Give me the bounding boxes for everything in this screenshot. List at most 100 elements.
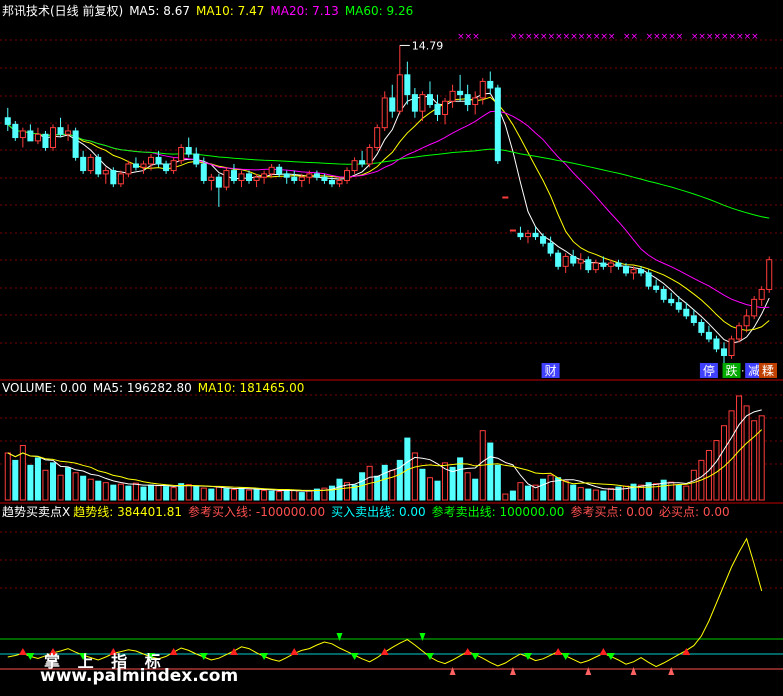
signal-x-marker: × [676, 32, 684, 42]
candle-body [117, 173, 124, 185]
signal-x-marker: × [698, 32, 706, 42]
candle-body [720, 348, 728, 356]
volume-bar [4, 452, 11, 501]
volume-bar [607, 488, 614, 501]
vol-ma10-value: MA10: 181465.00 [197, 381, 305, 395]
candle-body [268, 166, 275, 175]
volume-bar [125, 485, 132, 501]
candle-body [140, 163, 147, 168]
volume-bar [185, 484, 192, 501]
volume-bar [540, 478, 547, 501]
candle-body [449, 90, 456, 102]
moving-average-lines [7, 92, 770, 344]
candle-body [253, 176, 260, 181]
candle-body [713, 338, 720, 350]
volume-bar [57, 474, 64, 501]
candle-body [532, 232, 539, 238]
event-marker-2: 跌 [726, 363, 738, 378]
volume-bar [208, 488, 215, 501]
candle-body [540, 236, 547, 244]
candle-body [321, 176, 328, 181]
volume-bar [34, 457, 41, 501]
vol-ma5-value: MA5: 196282.80 [92, 381, 192, 395]
volume-bar [261, 490, 268, 501]
volume-bar [87, 478, 94, 501]
volume-value: VOLUME: 0.00 [2, 381, 87, 395]
candle-body [675, 302, 682, 310]
ref-buy-point-value: 参考买点: 0.00 [570, 505, 654, 519]
candle-body [208, 176, 215, 181]
volume-bar [49, 462, 57, 501]
signal-x-marker: × [578, 32, 586, 42]
volume-bar [306, 490, 313, 501]
candle-body [313, 173, 320, 178]
volume-bar [562, 480, 569, 501]
event-marker-4: 糅 [762, 363, 774, 378]
volume-bar [600, 490, 607, 501]
volume-bar [751, 420, 758, 501]
candle-body [547, 242, 554, 254]
candle-body [690, 315, 697, 323]
price-header: 邦讯技术(日线 前复权) MA5: 8.67 MA10: 7.47 MA20: 7.1… [2, 4, 419, 18]
candle-body [479, 80, 486, 99]
up-arrow [509, 667, 516, 675]
volume-bar [117, 483, 124, 501]
volume-bar [577, 487, 584, 501]
candle-body [705, 331, 712, 340]
candle-body [374, 127, 381, 148]
candle-body [570, 255, 577, 264]
candle-body [411, 94, 418, 112]
volume-bar [389, 469, 396, 501]
candle-body [215, 176, 222, 188]
volume-bar [758, 415, 765, 501]
event-marker-0: 财 [545, 364, 557, 378]
buy-triangle [380, 648, 389, 655]
sell-triangle [471, 653, 480, 660]
ma5-line [7, 92, 770, 344]
volume-bar [110, 484, 117, 501]
candle-body [736, 325, 743, 340]
candle-body [457, 90, 464, 96]
signal-x-marker: × [525, 32, 533, 42]
candle-body [80, 156, 87, 172]
volume-bars [4, 395, 765, 501]
candle-body [185, 146, 192, 155]
candle-body [562, 255, 569, 267]
signal-x-marker: × [533, 32, 541, 42]
volume-bar [683, 485, 690, 501]
candle-body [87, 156, 94, 172]
signal-x-marker: × [736, 32, 744, 42]
volume-bar [170, 487, 177, 501]
volume-bar [215, 486, 222, 501]
indicator-name: 趋势买卖点X [2, 505, 71, 519]
candle-body [170, 160, 177, 172]
signal-x-marker: × [668, 32, 676, 42]
candle-body [419, 94, 426, 112]
candle-body [577, 259, 584, 264]
signal-x-marker: × [563, 32, 571, 42]
candle-body [4, 117, 11, 125]
signal-x-marker: × [729, 32, 737, 42]
volume-bar [298, 492, 305, 501]
candle-body [585, 259, 592, 271]
volume-bar [690, 469, 697, 501]
ma10-line [7, 96, 770, 331]
volume-bar [426, 477, 433, 501]
candle-body [487, 80, 494, 89]
volume-bar [291, 489, 298, 501]
signal-x-marker: × [570, 32, 578, 42]
candle-body [49, 127, 57, 148]
candle-body [555, 252, 562, 267]
ma60-value: MA60: 9.26 [344, 4, 414, 18]
volume-bar [230, 489, 237, 501]
candle-body [434, 104, 441, 115]
candle-body [306, 173, 313, 178]
volume-bar [12, 459, 19, 501]
volume-bar [102, 482, 109, 501]
candle-body [238, 173, 245, 181]
volume-bar [381, 464, 388, 501]
candle-body [592, 262, 599, 271]
high-price-label: 14.79 [412, 39, 444, 52]
signal-x-marker: × [540, 32, 548, 42]
volume-bar [65, 467, 72, 501]
